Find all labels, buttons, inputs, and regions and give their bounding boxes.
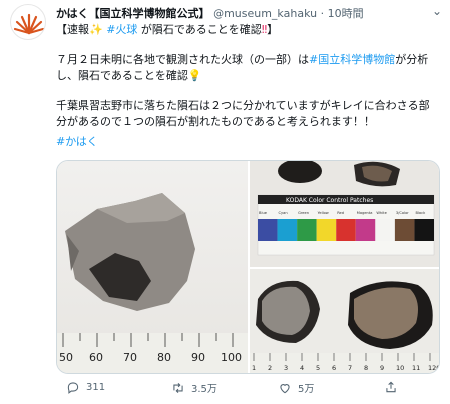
retweet-count: 3.5万 [191,384,217,395]
color-patch [316,219,337,241]
color-patch [277,219,298,241]
color-patch [258,219,278,241]
ruler-number: 80 [157,351,171,364]
share-icon [386,381,396,393]
photo-meteorite-fragment[interactable]: 50 60 70 80 90 100 [57,161,248,373]
headline-text: が隕石であることを確認 [140,23,262,36]
ruler-number: 8 [364,364,368,372]
retweet-button[interactable]: 3.5万 [171,380,217,395]
color-patch [414,219,434,241]
patch-label: Red [337,211,344,215]
like-button[interactable]: 5万 [278,380,314,395]
patch-label: 3/Color [396,211,409,215]
ruler-number: 70 [123,351,137,364]
separator: · [320,7,325,20]
hashtag-link[interactable]: #火球 [106,23,137,36]
lightbulb-icon: 💡 [187,69,202,82]
color-patch [355,219,376,241]
tweet-paragraph-2: 千葉県習志野市に落ちた隕石は２つに分かれていますがキレイに合わさる部分があるので… [56,99,430,128]
headline-suffix: 】 [267,23,279,36]
patch-label: Cyan [279,211,288,215]
ruler-number: 2 [268,364,272,372]
ruler-number: 7 [348,364,352,372]
ruler-number: 10 [396,364,404,372]
photo-two-halves[interactable]: 1 2 3 4 5 6 7 8 9 10 11 120 [250,269,440,373]
color-patch [336,219,356,241]
patch-label: Black [415,211,426,215]
media-grid: 50 60 70 80 90 100 KODAK Color Control P… [56,160,440,374]
museum-hashtag-link[interactable]: #国立科学博物館 [309,53,395,66]
timestamp[interactable]: 10時間 [328,7,364,20]
reply-icon [67,382,79,394]
patch-label: Green [298,211,309,215]
ruler-number: 100 [221,351,242,364]
museum-logo-icon [13,13,45,35]
avatar[interactable] [10,4,46,40]
patch-label: Magenta [357,211,373,215]
patch-title: KODAK Color Control Patches [286,197,373,204]
photo-color-patches[interactable]: KODAK Color Control Patches Blue Cyan Gree… [250,161,439,267]
sparkle-icon: ✨ [89,23,103,36]
heart-icon [280,383,290,393]
account-name[interactable]: かはく【国立科学博物館公式】 [56,7,210,20]
patch-label: White [376,211,387,215]
patch-label: Blue [259,211,268,215]
reply-button[interactable]: 311 [66,380,105,394]
ruler-number: 120 [428,364,440,372]
ruler-number: 1 [252,364,256,372]
headline-prefix: 【速報 [56,23,89,36]
ruler-number: 6 [332,364,336,372]
color-patch [394,219,415,241]
ruler-number: 3 [284,364,288,372]
like-count: 5万 [298,384,315,395]
ruler-number: 9 [380,364,384,372]
reply-count: 311 [86,381,106,393]
retweet-icon [173,382,183,393]
ruler-number: 60 [89,351,103,364]
kahaku-hashtag-link[interactable]: #かはく [56,134,436,150]
tweet-headline: 【速報✨ #火球 が隕石であることを確認‼】 [56,22,436,38]
ruler-number: 90 [191,351,205,364]
ruler-number: 11 [412,364,420,372]
ruler-number: 5 [316,364,320,372]
color-patch [297,219,317,241]
share-button[interactable] [384,380,398,394]
tweet-header: かはく【国立科学博物館公式】 @museum_kahaku · 10時間 [56,7,442,21]
tweet-paragraph-1: ７月２日未明に各地で観測された火球（の一部）は#国立科学博物館が分析し、隕石であ… [56,52,436,84]
patch-label: Yellow [318,211,329,215]
para1-text-a: ７月２日未明に各地で観測された火球（の一部）は [56,53,309,66]
color-patch [375,219,395,241]
account-handle[interactable]: @museum_kahaku [213,7,317,20]
tweet-actions: 311 3.5万 5万 [56,380,436,398]
chevron-down-icon[interactable]: ⌄ [432,4,442,18]
ruler-number: 50 [59,351,73,364]
ruler-number: 4 [300,364,304,372]
